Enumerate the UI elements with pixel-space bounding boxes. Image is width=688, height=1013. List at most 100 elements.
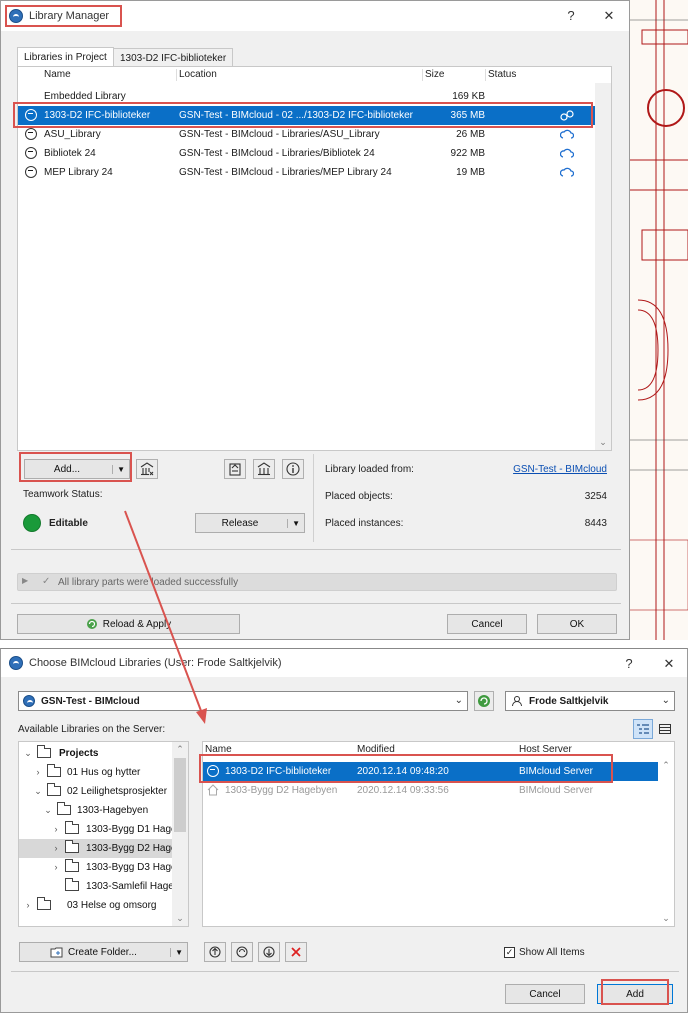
row-name: 1303-D2 IFC-biblioteker	[225, 766, 332, 777]
library-row-asu[interactable]: ASU_Library GSN-Test - BIMcloud - Librar…	[18, 125, 595, 144]
tree-item-label: 1303-Samlefil Hage	[86, 881, 174, 892]
chevron-right-icon[interactable]: ›	[23, 896, 33, 915]
library-row-mep-library-24[interactable]: MEP Library 24 GSN-Test - BIMcloud - Lib…	[18, 163, 595, 182]
tree-item-bygg-d1[interactable]: › 1303-Bygg D1 Hage	[19, 820, 177, 839]
scroll-down-arrow[interactable]: ⌄	[658, 913, 674, 924]
new-folder-icon	[50, 947, 63, 958]
remove-library-icon[interactable]	[136, 459, 158, 479]
tree-item-samlefil[interactable]: 1303-Samlefil Hage	[19, 877, 174, 896]
row-name: 1303-D2 IFC-biblioteker	[44, 110, 151, 121]
chevron-right-icon[interactable]: ›	[33, 763, 43, 782]
library-export-icon[interactable]	[224, 459, 246, 479]
row-size: 26 MB	[456, 129, 485, 140]
dropdown-arrow-icon[interactable]: ▼	[170, 947, 183, 957]
row-name: ASU_Library	[44, 129, 101, 140]
server-select[interactable]: GSN-Test - BIMcloud ⌄	[18, 691, 468, 711]
tree-item-hagebyen[interactable]: ⌄ 1303-Hagebyen	[19, 801, 174, 820]
tree-item-helse-og-omsorg[interactable]: › 03 Helse og omsorg	[19, 896, 174, 915]
upload-library-icon[interactable]	[204, 942, 226, 962]
library-list: Name Location Size Status Embedded Libra…	[17, 66, 612, 451]
sync-library-icon[interactable]	[231, 942, 253, 962]
tree-item-leilighetsprosjekter[interactable]: ⌄ 02 Leilighetsprosjekter	[19, 782, 174, 801]
placed-instances-value: 8443	[584, 518, 607, 529]
scroll-down-arrow[interactable]: ⌄	[595, 437, 611, 448]
tree-item-bygg-d2[interactable]: › 1303-Bygg D2 Hage	[19, 839, 177, 858]
library-row-embedded[interactable]: Embedded Library 169 KB	[18, 87, 595, 106]
cancel-button[interactable]: Cancel	[505, 984, 585, 1004]
placed-objects-label: Placed objects:	[325, 491, 393, 502]
chevron-right-icon[interactable]: ›	[51, 820, 61, 839]
scroll-up-arrow[interactable]: ⌃	[658, 760, 674, 771]
info-icon[interactable]	[282, 459, 304, 479]
library-icon	[25, 147, 37, 159]
column-header-location[interactable]: Location	[179, 67, 217, 83]
tree-item-bygg-d3[interactable]: › 1303-Bygg D3 Hage	[19, 858, 177, 877]
tree-item-label: 1303-Hagebyen	[77, 805, 149, 816]
row-host: BIMcloud Server	[519, 766, 593, 777]
add-library-button[interactable]: Add... ▼	[24, 459, 130, 479]
tree-scrollbar[interactable]: ⌃ ⌄	[172, 742, 188, 926]
help-button[interactable]: ?	[563, 8, 579, 23]
loaded-from-link[interactable]: GSN-Test - BIMcloud	[513, 464, 607, 475]
ok-button[interactable]: OK	[537, 614, 617, 634]
user-select-value: Frode Saltkjelvik	[529, 695, 609, 707]
chevron-down-icon[interactable]: ⌄	[33, 782, 43, 801]
release-button-label: Release	[221, 517, 259, 529]
refresh-server-icon[interactable]	[474, 691, 494, 711]
linked-icon	[560, 110, 574, 121]
tab-libraries-in-project[interactable]: Libraries in Project	[17, 47, 114, 66]
add-button[interactable]: Add	[597, 984, 673, 1004]
footer-divider	[11, 603, 621, 604]
server-list-scrollbar[interactable]: ⌃ ⌄	[658, 758, 674, 926]
scroll-thumb[interactable]	[174, 758, 186, 832]
row-location: GSN-Test - BIMcloud - Libraries/MEP Libr…	[179, 167, 392, 178]
cloud-sync-icon	[560, 167, 574, 177]
tab-ifc-biblioteker[interactable]: 1303-D2 IFC-biblioteker	[113, 48, 234, 67]
chevron-down-icon[interactable]: ⌄	[43, 801, 53, 820]
reload-apply-button[interactable]: Reload & Apply	[17, 614, 240, 634]
dropdown-arrow-icon[interactable]: ▼	[287, 518, 300, 528]
column-header-host[interactable]: Host Server	[519, 742, 572, 758]
scroll-down-arrow[interactable]: ⌄	[172, 913, 188, 924]
tree-item-hus-og-hytter[interactable]: › 01 Hus og hytter	[19, 763, 174, 782]
details-view-toggle-icon[interactable]	[655, 719, 675, 739]
user-select[interactable]: Frode Saltkjelvik ⌄	[505, 691, 675, 711]
create-folder-label: Create Folder...	[68, 946, 137, 958]
column-header-size[interactable]: Size	[425, 67, 444, 83]
list-scrollbar[interactable]: ⌄	[595, 83, 611, 450]
column-header-name[interactable]: Name	[205, 742, 232, 758]
server-row-bygg-d2-hagebyen[interactable]: 1303-Bygg D2 Hagebyen 2020.12.14 09:33:5…	[203, 781, 658, 800]
scroll-up-arrow[interactable]: ⌃	[172, 744, 188, 755]
download-library-icon[interactable]	[258, 942, 280, 962]
load-status-bar[interactable]: ▶ ✓ All library parts were loaded succes…	[17, 573, 617, 591]
column-header-status[interactable]: Status	[488, 67, 516, 83]
folder-icon	[65, 840, 79, 853]
list-view-toggle-icon[interactable]	[633, 719, 653, 739]
tree-item-projects[interactable]: ⌄ Projects	[19, 744, 174, 763]
row-location: GSN-Test - BIMcloud - Libraries/Bibliote…	[179, 148, 375, 159]
chevron-right-icon[interactable]: ›	[51, 839, 61, 858]
library-row-ifc-biblioteker[interactable]: 1303-D2 IFC-biblioteker GSN-Test - BIMcl…	[18, 106, 595, 125]
server-row-ifc-biblioteker[interactable]: 1303-D2 IFC-biblioteker 2020.12.14 09:48…	[203, 762, 658, 781]
expand-arrow-icon[interactable]: ▶	[22, 576, 28, 585]
close-icon[interactable]: ✕	[661, 656, 677, 672]
library-row-bibliotek-24[interactable]: Bibliotek 24 GSN-Test - BIMcloud - Libra…	[18, 144, 595, 163]
show-all-items-checkbox[interactable]: ✓	[504, 947, 515, 958]
close-icon[interactable]: ✕	[601, 8, 617, 24]
release-button[interactable]: Release ▼	[195, 513, 305, 533]
chevron-right-icon[interactable]: ›	[51, 858, 61, 877]
create-folder-button[interactable]: Create Folder... ▼	[19, 942, 188, 962]
help-button[interactable]: ?	[621, 656, 637, 671]
row-location: GSN-Test - BIMcloud - 02 .../1303-D2 IFC…	[179, 110, 413, 121]
column-header-name[interactable]: Name	[44, 67, 71, 83]
column-header-modified[interactable]: Modified	[357, 742, 395, 758]
delete-icon[interactable]	[285, 942, 307, 962]
dropdown-arrow-icon[interactable]: ▼	[112, 464, 125, 474]
chevron-down-icon[interactable]: ⌄	[23, 744, 33, 763]
library-settings-icon[interactable]	[253, 459, 275, 479]
tree-item-label: 01 Hus og hytter	[67, 767, 141, 778]
available-libraries-label: Available Libraries on the Server:	[18, 724, 166, 735]
bimcloud-server-icon	[23, 695, 35, 707]
folder-icon	[47, 783, 61, 796]
cancel-button[interactable]: Cancel	[447, 614, 527, 634]
